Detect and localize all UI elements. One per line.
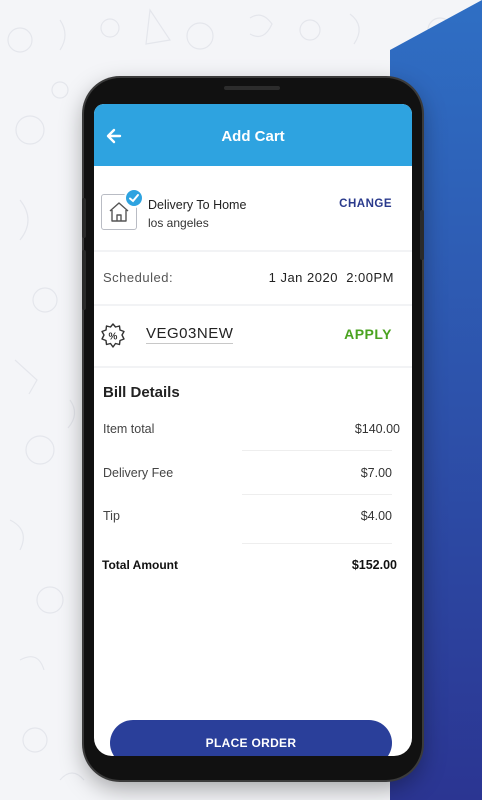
svg-text:%: % [109, 332, 118, 343]
total-amount-value: $152.00 [351, 558, 397, 572]
schedule-value[interactable]: 1 Jan 2020 2:00PM [269, 270, 394, 285]
apply-coupon-button[interactable]: APPLY [344, 326, 392, 342]
row-divider [242, 543, 392, 544]
total-amount-label: Total Amount [102, 558, 178, 572]
cart-content: Delivery To Home los angeles CHANGE Sche… [94, 166, 412, 756]
phone-side-button [420, 210, 424, 260]
schedule-label: Scheduled: [103, 270, 174, 285]
place-order-button[interactable]: PLACE ORDER [110, 720, 392, 756]
app-screen: Add Cart Delivery To Home los angeles CH… [94, 104, 412, 756]
discount-badge-icon: % [101, 323, 125, 348]
bill-row-label: Item total [103, 422, 155, 436]
bill-row-value: $7.00 [360, 466, 392, 480]
coupon-code-input[interactable]: VEG03NEW [146, 325, 234, 344]
bill-row-value: $140.00 [354, 422, 400, 436]
schedule-time: 2:00PM [346, 270, 394, 285]
divider [94, 250, 412, 252]
bill-details-title: Bill Details [103, 384, 180, 401]
bill-row-value: $4.00 [360, 509, 392, 523]
row-divider [242, 494, 392, 495]
phone-side-button [82, 250, 86, 310]
change-address-button[interactable]: CHANGE [339, 198, 392, 210]
phone-side-button [82, 198, 86, 238]
row-divider [242, 450, 392, 451]
delivery-type: Delivery To Home [148, 198, 247, 212]
bill-row-label: Tip [103, 509, 120, 523]
divider [94, 304, 412, 306]
page-title: Add Cart [221, 128, 285, 145]
delivery-section: Delivery To Home los angeles CHANGE [94, 166, 412, 250]
check-icon [124, 188, 144, 208]
bill-row-label: Delivery Fee [103, 466, 174, 480]
delivery-location: los angeles [148, 216, 209, 230]
app-bar: Add Cart [94, 104, 412, 166]
divider [94, 366, 412, 368]
phone-speaker [224, 86, 280, 90]
schedule-date: 1 Jan 2020 [268, 270, 338, 285]
